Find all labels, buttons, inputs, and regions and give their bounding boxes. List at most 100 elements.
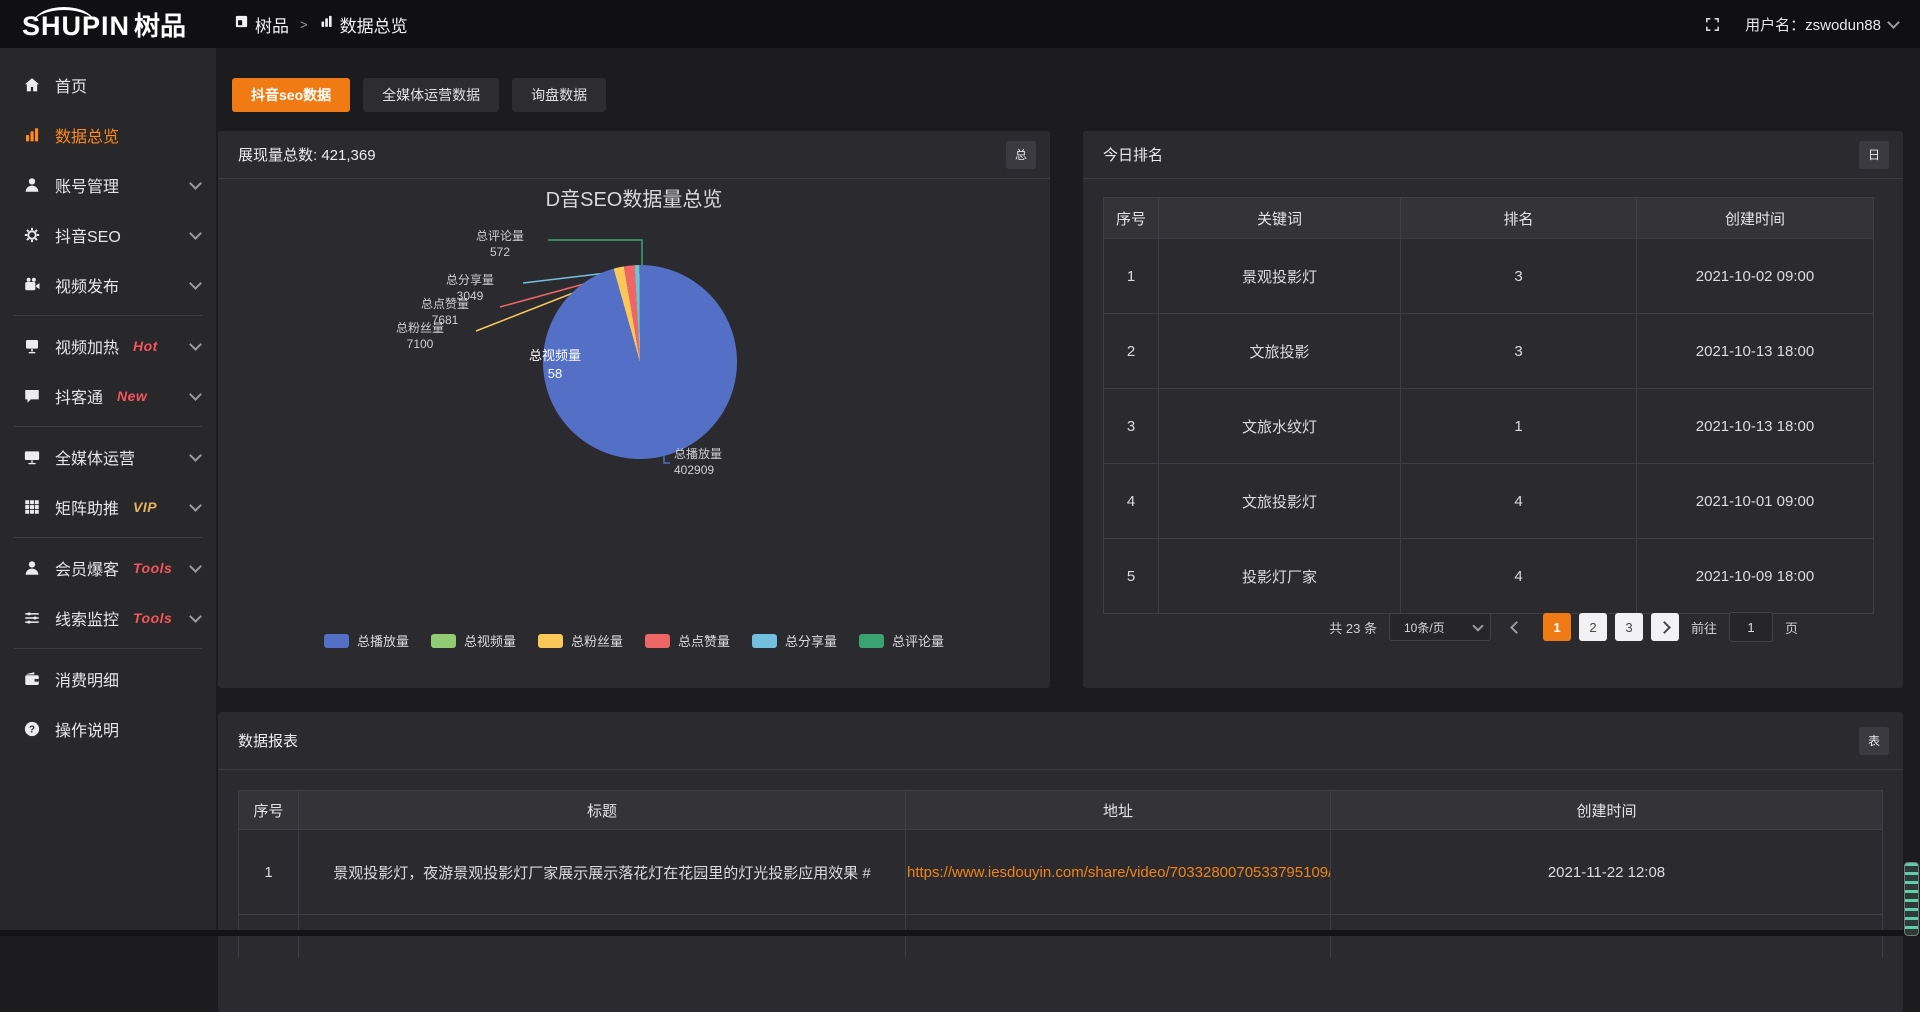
sidebar-item-label: 线索监控 bbox=[55, 606, 119, 630]
sidebar-item-label: 抖音SEO bbox=[55, 223, 121, 247]
table-row: 3文旅水纹灯12021-10-13 18:00 bbox=[1104, 389, 1874, 464]
next-page-button[interactable] bbox=[1651, 613, 1679, 641]
breadcrumb-root-label: 树品 bbox=[255, 12, 289, 37]
divider bbox=[14, 426, 202, 427]
pagination-total: 共 23 条 bbox=[1329, 618, 1377, 637]
tab-omni-media-data[interactable]: 全媒体运营数据 bbox=[363, 78, 499, 112]
tools-badge: Tools bbox=[133, 560, 172, 576]
sidebar-item-label: 视频加热 bbox=[55, 334, 119, 358]
chevron-down-icon bbox=[1887, 16, 1900, 29]
legend-item[interactable]: 总视频量 bbox=[431, 631, 516, 650]
breadcrumb-current[interactable]: 数据总览 bbox=[319, 12, 408, 37]
sidebar-item-label: 矩阵助推 bbox=[55, 495, 119, 519]
callout-plays: 总播放量402909 bbox=[674, 447, 784, 478]
breadcrumb-current-label: 数据总览 bbox=[340, 12, 408, 37]
sidebar-item-label: 数据总览 bbox=[55, 123, 119, 147]
grid-icon bbox=[22, 498, 42, 516]
legend-item[interactable]: 总点赞量 bbox=[645, 631, 730, 650]
legend-item[interactable]: 总粉丝量 bbox=[538, 631, 623, 650]
chevron-down-icon bbox=[1472, 620, 1483, 631]
sidebar-item-label: 会员爆客 bbox=[55, 556, 119, 580]
scrollbar-thumb[interactable] bbox=[1904, 862, 1919, 936]
sidebar-item-spending-detail[interactable]: 消费明细 bbox=[0, 654, 216, 704]
app-logo: SHUPIN 树品 bbox=[0, 6, 216, 43]
goto-suffix: 页 bbox=[1785, 618, 1798, 637]
chevron-down-icon bbox=[189, 560, 202, 573]
sidebar-item-video-heat[interactable]: 视频加热 Hot bbox=[0, 321, 216, 371]
day-view-badge[interactable]: 日 bbox=[1859, 141, 1889, 169]
chevron-down-icon bbox=[189, 610, 202, 623]
app-icon bbox=[234, 14, 249, 34]
goto-label: 前往 bbox=[1691, 618, 1717, 637]
divider bbox=[14, 315, 202, 316]
legend-swatch bbox=[752, 634, 777, 648]
chevron-down-icon bbox=[189, 338, 202, 351]
chevron-left-icon bbox=[1511, 621, 1524, 634]
tab-douyin-seo-data[interactable]: 抖音seo数据 bbox=[232, 78, 350, 112]
breadcrumb: 树品 > 数据总览 bbox=[234, 12, 408, 37]
divider bbox=[14, 648, 202, 649]
sidebar-item-matrix-boost[interactable]: 矩阵助推 VIP bbox=[0, 482, 216, 532]
table-header-row: 序号 关键词 排名 创建时间 bbox=[1104, 198, 1874, 239]
user-icon bbox=[22, 176, 42, 194]
panel-header: 数据报表 表 bbox=[218, 712, 1903, 770]
callout-fans: 总粉丝量7100 bbox=[370, 321, 470, 352]
table-row: 1景观投影灯32021-10-02 09:00 bbox=[1104, 239, 1874, 314]
table-row: 4文旅投影灯42021-10-01 09:00 bbox=[1104, 464, 1874, 539]
sidebar-item-lead-monitor[interactable]: 线索监控 Tools bbox=[0, 593, 216, 643]
video-url-link[interactable]: https://www.iesdouyin.com/share/video/70… bbox=[907, 864, 1331, 881]
screen-icon bbox=[22, 337, 42, 355]
sidebar-item-omni-media[interactable]: 全媒体运营 bbox=[0, 432, 216, 482]
sidebar-item-member-burst[interactable]: 会员爆客 Tools bbox=[0, 543, 216, 593]
sidebar-item-label: 消费明细 bbox=[55, 667, 119, 691]
fullscreen-icon[interactable] bbox=[1704, 16, 1721, 33]
legend-item[interactable]: 总播放量 bbox=[324, 631, 409, 650]
total-view-badge[interactable]: 总 bbox=[1006, 141, 1036, 169]
col-created: 创建时间 bbox=[1637, 198, 1874, 239]
rank-table: 序号 关键词 排名 创建时间 1景观投影灯32021-10-02 09:00 2… bbox=[1103, 197, 1874, 614]
sidebar-item-instructions[interactable]: ? 操作说明 bbox=[0, 704, 216, 754]
data-tabs: 抖音seo数据 全媒体运营数据 询盘数据 bbox=[232, 78, 606, 112]
sidebar-item-home[interactable]: 首页 bbox=[0, 60, 216, 110]
sidebar-item-label: 视频发布 bbox=[55, 273, 119, 297]
chevron-down-icon bbox=[189, 449, 202, 462]
page-button-2[interactable]: 2 bbox=[1579, 613, 1607, 641]
page-button-1[interactable]: 1 bbox=[1543, 613, 1571, 641]
sidebar-item-douketong[interactable]: 抖客通 New bbox=[0, 371, 216, 421]
col-no: 序号 bbox=[239, 791, 299, 830]
chart-legend: 总播放量 总视频量 总粉丝量 总点赞量 总分享量 总评论量 bbox=[218, 631, 1050, 650]
wallet-icon bbox=[22, 670, 42, 688]
col-keyword: 关键词 bbox=[1159, 198, 1401, 239]
tab-inquiry-data[interactable]: 询盘数据 bbox=[512, 78, 606, 112]
legend-item[interactable]: 总评论量 bbox=[859, 631, 944, 650]
goto-page-input[interactable]: 1 bbox=[1729, 612, 1773, 642]
chat-icon bbox=[22, 387, 42, 405]
horizontal-scrollbar[interactable] bbox=[0, 930, 1920, 936]
chevron-down-icon bbox=[189, 227, 202, 240]
impression-total: 展现量总数: 421,369 bbox=[238, 144, 376, 165]
video-title: 景观投影灯，夜游景观投影灯厂家展示展示落花灯在花园里的灯光投影应用效果 # bbox=[299, 830, 906, 915]
pagination: 共 23 条 10条/页 1 2 3 前往 1 页 bbox=[1329, 612, 1798, 642]
page-button-3[interactable]: 3 bbox=[1615, 613, 1643, 641]
breadcrumb-separator: > bbox=[300, 17, 308, 32]
divider bbox=[14, 537, 202, 538]
user-menu[interactable]: 用户名：zswodun88 bbox=[1745, 14, 1898, 35]
legend-item[interactable]: 总分享量 bbox=[752, 631, 837, 650]
col-url: 地址 bbox=[906, 791, 1331, 830]
monitor-icon bbox=[22, 448, 42, 466]
chart-title: D音SEO数据量总览 bbox=[218, 183, 1050, 212]
sidebar-item-data-overview[interactable]: 数据总览 bbox=[0, 110, 216, 160]
chevron-down-icon bbox=[189, 177, 202, 190]
panel-header: 展现量总数: 421,369 总 bbox=[218, 131, 1050, 179]
chevron-down-icon bbox=[189, 277, 202, 290]
app-header: SHUPIN 树品 树品 > 数据总览 用户名：zswodun88 bbox=[0, 0, 1920, 48]
sidebar-item-douyin-seo[interactable]: 抖音SEO bbox=[0, 210, 216, 260]
vip-badge: VIP bbox=[133, 499, 157, 515]
sidebar-item-video-publish[interactable]: 视频发布 bbox=[0, 260, 216, 310]
sidebar: 首页 数据总览 账号管理 抖音SEO 视频发布 视频加热 Hot 抖客通 New… bbox=[0, 48, 216, 936]
page-size-select[interactable]: 10条/页 bbox=[1389, 613, 1491, 641]
breadcrumb-root[interactable]: 树品 bbox=[234, 12, 289, 37]
prev-page-button[interactable] bbox=[1503, 613, 1531, 641]
sidebar-item-account[interactable]: 账号管理 bbox=[0, 160, 216, 210]
table-view-badge[interactable]: 表 bbox=[1859, 727, 1889, 755]
